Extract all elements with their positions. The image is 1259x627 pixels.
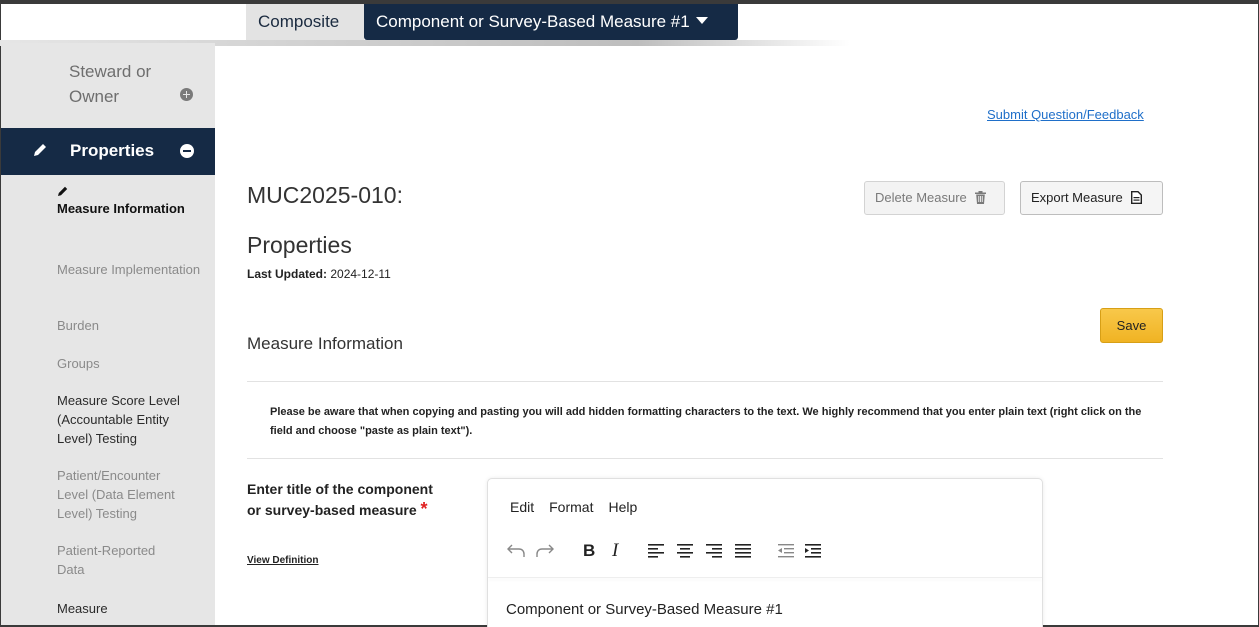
save-button[interactable]: Save bbox=[1100, 308, 1163, 343]
sidebar-item-label: Patient/Encounter Level (Data Element Le… bbox=[57, 468, 175, 521]
divider bbox=[247, 458, 1163, 459]
tab-composite[interactable]: Composite bbox=[246, 4, 364, 40]
sidebar-item-label: Groups bbox=[57, 356, 100, 371]
sidebar-item-patient-encounter-testing[interactable]: Patient/Encounter Level (Data Element Le… bbox=[57, 466, 183, 523]
sidebar: Steward or Owner Properties Measure Info… bbox=[1, 43, 215, 625]
sidebar-item-measure-score-testing[interactable]: Measure Score Level (Accountable Entity … bbox=[57, 391, 181, 448]
sidebar-properties-label: Properties bbox=[70, 141, 155, 160]
sidebar-item-label: Patient-Reported Data bbox=[57, 543, 156, 577]
menu-format[interactable]: Format bbox=[549, 499, 593, 515]
trash-icon bbox=[975, 191, 987, 204]
minus-circle-icon[interactable] bbox=[180, 144, 194, 158]
divider bbox=[247, 381, 1163, 382]
menu-edit[interactable]: Edit bbox=[510, 499, 534, 515]
view-definition-link[interactable]: View Definition bbox=[247, 555, 319, 566]
field-label-text: Enter title of the component or survey-b… bbox=[247, 481, 433, 518]
italic-icon[interactable]: I bbox=[606, 539, 628, 561]
sidebar-item-properties[interactable]: Properties bbox=[1, 128, 215, 175]
align-center-icon[interactable] bbox=[674, 539, 696, 561]
pencil-icon bbox=[34, 144, 46, 156]
tab-component-label: Component or Survey-Based Measure #1 bbox=[376, 12, 690, 31]
sidebar-item-label: Measure bbox=[57, 601, 108, 616]
delete-measure-label: Delete Measure bbox=[875, 190, 967, 205]
editor-toolbar-divider bbox=[488, 577, 1042, 578]
sidebar-item-label: Measure Information bbox=[57, 201, 185, 216]
sidebar-item-patient-reported-data[interactable]: Patient-Reported Data bbox=[57, 541, 167, 579]
svg-text:B: B bbox=[583, 541, 595, 560]
menu-help[interactable]: Help bbox=[608, 499, 637, 515]
sidebar-item-measure[interactable]: Measure bbox=[57, 599, 207, 618]
export-measure-label: Export Measure bbox=[1031, 190, 1123, 205]
export-measure-button[interactable]: Export Measure bbox=[1020, 181, 1163, 215]
last-updated-label: Last Updated: bbox=[247, 267, 328, 281]
undo-icon[interactable] bbox=[506, 539, 528, 561]
indent-icon[interactable] bbox=[802, 539, 824, 561]
rich-text-editor[interactable]: Edit Format Help B I Component or Survey… bbox=[487, 478, 1043, 627]
bold-icon[interactable]: B bbox=[578, 539, 600, 561]
sidebar-steward-label: Steward or Owner bbox=[69, 62, 152, 106]
sidebar-item-measure-information[interactable]: Measure Information bbox=[57, 185, 207, 218]
last-updated-value: 2024-12-11 bbox=[330, 267, 391, 281]
sidebar-item-label: Measure Score Level (Accountable Entity … bbox=[57, 393, 180, 446]
page-title: MUC2025-010: bbox=[247, 182, 403, 208]
section-title: Measure Information bbox=[247, 334, 403, 353]
page-subtitle: Properties bbox=[247, 232, 352, 258]
editor-content[interactable]: Component or Survey-Based Measure #1 bbox=[506, 601, 783, 618]
plus-circle-icon[interactable] bbox=[180, 88, 193, 101]
sidebar-item-steward-owner[interactable]: Steward or Owner bbox=[1, 43, 215, 128]
sidebar-item-measure-implementation[interactable]: Measure Implementation bbox=[57, 260, 207, 279]
sidebar-item-burden[interactable]: Burden bbox=[57, 316, 207, 335]
tab-component-measure[interactable]: Component or Survey-Based Measure #1 bbox=[364, 4, 738, 40]
align-justify-icon[interactable] bbox=[732, 539, 754, 561]
file-icon bbox=[1131, 191, 1143, 204]
paste-notice: Please be aware that when copying and pa… bbox=[270, 406, 1142, 437]
sidebar-item-label: Burden bbox=[57, 318, 99, 333]
delete-measure-button[interactable]: Delete Measure bbox=[864, 181, 1005, 215]
editor-menubar: Edit Format Help bbox=[510, 499, 652, 515]
outdent-icon[interactable] bbox=[775, 539, 797, 561]
measure-title-field-label: Enter title of the component or survey-b… bbox=[247, 479, 447, 520]
sidebar-item-groups[interactable]: Groups bbox=[57, 354, 207, 373]
pencil-icon bbox=[58, 186, 68, 196]
caret-down-icon bbox=[695, 17, 708, 24]
redo-icon[interactable] bbox=[533, 539, 555, 561]
svg-text:I: I bbox=[611, 540, 620, 561]
align-left-icon[interactable] bbox=[645, 539, 667, 561]
measure-tabbar: Composite Component or Survey-Based Meas… bbox=[0, 4, 1257, 46]
required-asterisk: * bbox=[420, 499, 428, 519]
submit-feedback-link[interactable]: Submit Question/Feedback bbox=[987, 107, 1144, 122]
last-updated: Last Updated: 2024-12-11 bbox=[247, 267, 391, 281]
align-right-icon[interactable] bbox=[703, 539, 725, 561]
sidebar-item-label: Measure Implementation bbox=[57, 262, 201, 277]
